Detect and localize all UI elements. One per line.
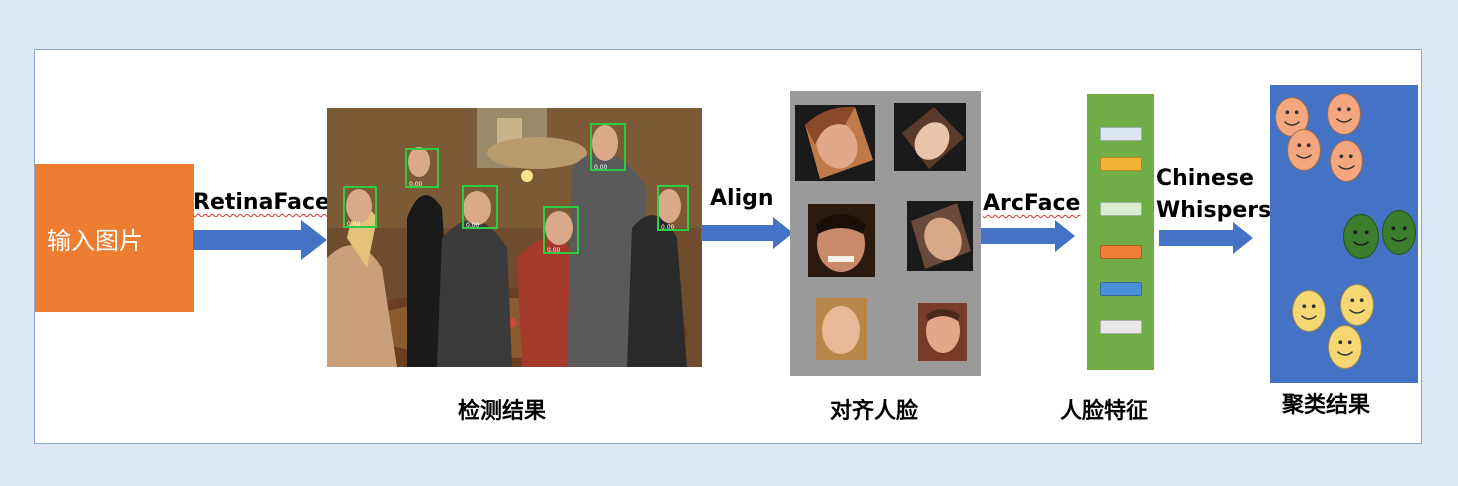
face-box-score: 0.00 <box>547 247 561 254</box>
arrow-arcface <box>981 220 1075 252</box>
face-box: 0.00 <box>462 185 498 229</box>
aligned-face <box>808 204 875 277</box>
smiley-face-icon <box>1330 140 1363 182</box>
aligned-face <box>907 201 973 271</box>
face-box-score: 0.00 <box>466 222 480 229</box>
smiley-face-icon <box>1343 214 1379 259</box>
face-box-score: 0.00 <box>594 164 608 171</box>
step-label-chinese: Chinese <box>1156 166 1254 191</box>
feature-cell <box>1100 157 1142 171</box>
face-box: 0.00 <box>657 185 689 231</box>
smiley-face-icon <box>1340 284 1374 326</box>
feature-vector-bar <box>1087 94 1154 370</box>
scene-illustration <box>327 108 702 367</box>
feature-cell <box>1100 282 1142 296</box>
step-label-whispers: Whispers <box>1156 198 1272 223</box>
feature-cell <box>1100 245 1142 259</box>
caption-features: 人脸特征 <box>1060 399 1149 424</box>
detection-result-image: 0.00 0.00 0.00 0.00 0.00 0.00 <box>327 108 702 367</box>
face-box-score: 0.00 <box>347 221 361 228</box>
face-box: 0.00 <box>590 123 626 171</box>
step-label-arcface: ArcFace <box>983 191 1081 216</box>
input-image-box: 输入图片 <box>35 164 194 312</box>
face-box: 0.00 <box>405 148 439 188</box>
step-label-retinaface: RetinaFace <box>193 190 330 215</box>
aligned-face <box>918 303 967 361</box>
feature-cell <box>1100 127 1142 141</box>
aligned-faces-panel <box>790 91 981 376</box>
face-box-score: 0.00 <box>661 224 675 231</box>
caption-aligned: 对齐人脸 <box>830 399 919 424</box>
input-image-label: 输入图片 <box>47 226 143 255</box>
face-box: 0.00 <box>543 206 579 254</box>
caption-detection: 检测结果 <box>458 399 547 424</box>
face-box-score: 0.00 <box>409 181 423 188</box>
step-label-align: Align <box>710 186 774 211</box>
aligned-face <box>816 298 867 360</box>
feature-cell <box>1100 202 1142 216</box>
feature-cell <box>1100 320 1142 334</box>
smiley-face-icon <box>1287 129 1321 171</box>
smiley-face-icon <box>1382 210 1416 255</box>
aligned-face <box>894 103 966 171</box>
aligned-face <box>795 105 875 181</box>
face-box: 0.00 <box>343 186 377 228</box>
caption-clusters: 聚类结果 <box>1282 393 1371 418</box>
arrow-detect <box>193 220 327 260</box>
step-label-chinese-whispers: Chinese Whispers <box>1156 163 1271 227</box>
smiley-face-icon <box>1292 290 1326 332</box>
arrow-align <box>701 217 793 249</box>
smiley-face-icon <box>1328 325 1362 369</box>
smiley-face-icon <box>1327 93 1361 135</box>
